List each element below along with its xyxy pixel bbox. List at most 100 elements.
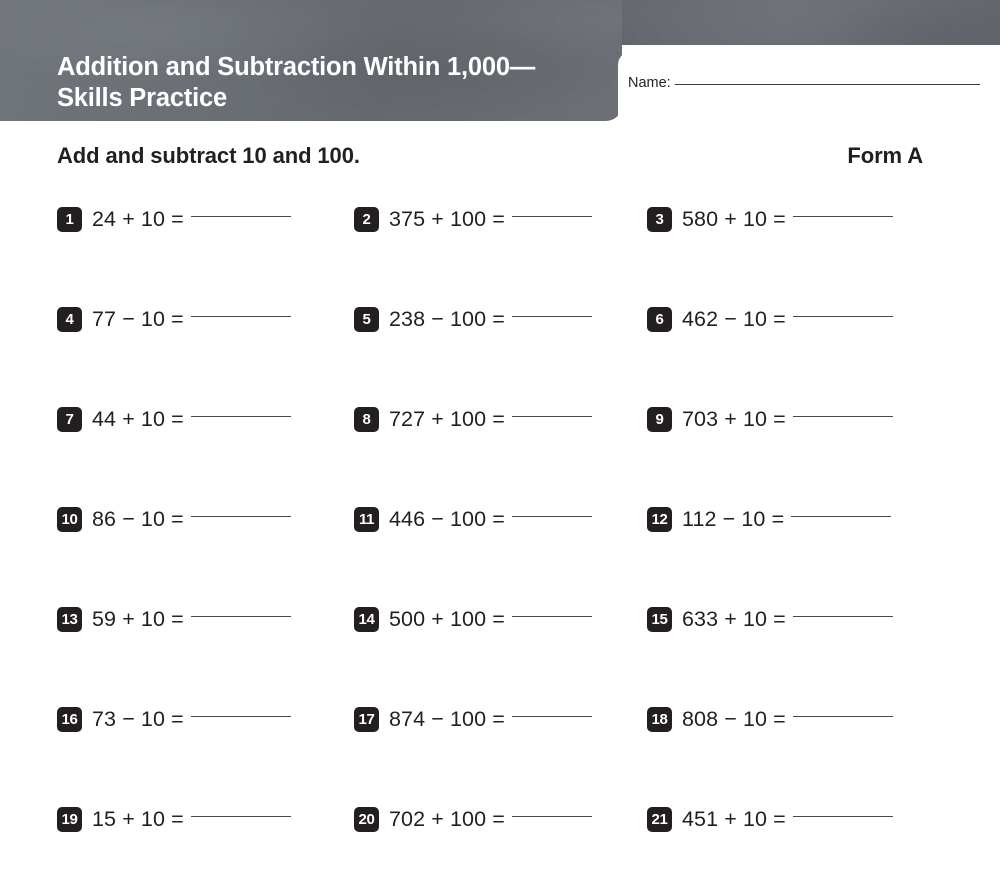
form-label: Form A <box>847 143 923 168</box>
problem-expression: 59 + 10 = <box>92 606 184 631</box>
problem-expression: 874 − 100 = <box>389 706 505 731</box>
problem-expression: 112 − 10 = <box>682 506 785 531</box>
problem-number-badge: 6 <box>647 306 672 332</box>
problem-expression: 15 + 10 = <box>92 806 184 831</box>
problem-item: 19 15 + 10 = <box>57 796 354 842</box>
answer-blank[interactable] <box>190 315 291 317</box>
problem-item: 9 703 + 10 = <box>647 396 947 442</box>
problem-row: 19 15 + 10 = 20 702 + 100 = 21 451 + 10 … <box>57 796 947 873</box>
answer-blank[interactable] <box>511 715 592 717</box>
problem-row: 10 86 − 10 = 11 446 − 100 = 12 112 − 10 … <box>57 496 947 596</box>
answer-blank[interactable] <box>511 415 592 417</box>
problem-number-badge: 13 <box>57 606 82 632</box>
problem-row: 13 59 + 10 = 14 500 + 100 = 15 633 + 10 … <box>57 596 947 696</box>
answer-blank[interactable] <box>190 515 291 517</box>
problem-item: 12 112 − 10 = <box>647 496 947 542</box>
answer-blank[interactable] <box>190 415 291 417</box>
problem-item: 1 24 + 10 = <box>57 196 354 242</box>
problem-item: 16 73 − 10 = <box>57 696 354 742</box>
problem-item: 8 727 + 100 = <box>354 396 647 442</box>
problem-number-badge: 20 <box>354 806 379 832</box>
answer-blank[interactable] <box>511 215 592 217</box>
problem-number-badge: 7 <box>57 406 82 432</box>
problem-number-badge: 12 <box>647 506 672 532</box>
problem-expression: 580 + 10 = <box>682 206 786 231</box>
problem-row: 7 44 + 10 = 8 727 + 100 = 9 703 + 10 = <box>57 396 947 496</box>
problem-item: 2 375 + 100 = <box>354 196 647 242</box>
problem-expression: 375 + 100 = <box>389 206 505 231</box>
problem-expression: 462 − 10 = <box>682 306 786 331</box>
problem-expression: 500 + 100 = <box>389 606 505 631</box>
problem-number-badge: 18 <box>647 706 672 732</box>
problem-expression: 633 + 10 = <box>682 606 786 631</box>
name-field-row: Name: <box>628 75 988 91</box>
problem-number-badge: 17 <box>354 706 379 732</box>
answer-blank[interactable] <box>792 815 893 817</box>
problem-expression: 727 + 100 = <box>389 406 505 431</box>
problem-item: 3 580 + 10 = <box>647 196 947 242</box>
answer-blank[interactable] <box>792 315 893 317</box>
problem-expression: 446 − 100 = <box>389 506 505 531</box>
problem-item: 20 702 + 100 = <box>354 796 647 842</box>
problem-item: 4 77 − 10 = <box>57 296 354 342</box>
problem-expression: 451 + 10 = <box>682 806 786 831</box>
problem-item: 17 874 − 100 = <box>354 696 647 742</box>
problem-expression: 73 − 10 = <box>92 706 184 731</box>
problem-number-badge: 5 <box>354 306 379 332</box>
problem-number-badge: 16 <box>57 706 82 732</box>
answer-blank[interactable] <box>511 515 592 517</box>
name-input-line[interactable] <box>674 84 980 85</box>
problem-item: 18 808 − 10 = <box>647 696 947 742</box>
problem-expression: 86 − 10 = <box>92 506 184 531</box>
problem-number-badge: 8 <box>354 406 379 432</box>
problem-item: 11 446 − 100 = <box>354 496 647 542</box>
directions-text: Add and subtract 10 and 100. <box>57 143 360 168</box>
problem-number-badge: 11 <box>354 506 379 532</box>
problem-grid: 1 24 + 10 = 2 375 + 100 = 3 580 + 10 = 4… <box>57 196 947 873</box>
problem-expression: 77 − 10 = <box>92 306 184 331</box>
problem-expression: 702 + 100 = <box>389 806 505 831</box>
problem-number-badge: 2 <box>354 206 379 232</box>
problem-expression: 238 − 100 = <box>389 306 505 331</box>
problem-number-badge: 1 <box>57 206 82 232</box>
problem-item: 6 462 − 10 = <box>647 296 947 342</box>
worksheet-page: Addition and Subtraction Within 1,000— S… <box>0 0 1000 873</box>
problem-row: 4 77 − 10 = 5 238 − 100 = 6 462 − 10 = <box>57 296 947 396</box>
problem-item: 13 59 + 10 = <box>57 596 354 642</box>
answer-blank[interactable] <box>190 715 291 717</box>
answer-blank[interactable] <box>792 715 893 717</box>
answer-blank[interactable] <box>511 815 592 817</box>
problem-item: 21 451 + 10 = <box>647 796 947 842</box>
problem-item: 14 500 + 100 = <box>354 596 647 642</box>
name-label: Name: <box>628 75 671 91</box>
answer-blank[interactable] <box>511 315 592 317</box>
section-header: Add and subtract 10 and 100. Form A <box>57 143 923 169</box>
problem-item: 15 633 + 10 = <box>647 596 947 642</box>
answer-blank[interactable] <box>190 215 291 217</box>
answer-blank[interactable] <box>792 415 893 417</box>
answer-blank[interactable] <box>511 615 592 617</box>
answer-blank[interactable] <box>190 815 291 817</box>
problem-number-badge: 4 <box>57 306 82 332</box>
worksheet-title: Addition and Subtraction Within 1,000— S… <box>57 53 536 112</box>
problem-number-badge: 19 <box>57 806 82 832</box>
answer-blank[interactable] <box>792 615 893 617</box>
problem-number-badge: 10 <box>57 506 82 532</box>
problem-row: 16 73 − 10 = 17 874 − 100 = 18 808 − 10 … <box>57 696 947 796</box>
answer-blank[interactable] <box>792 215 893 217</box>
answer-blank[interactable] <box>791 515 892 517</box>
problem-row: 1 24 + 10 = 2 375 + 100 = 3 580 + 10 = <box>57 196 947 296</box>
problem-expression: 808 − 10 = <box>682 706 786 731</box>
problem-expression: 24 + 10 = <box>92 206 184 231</box>
problem-number-badge: 9 <box>647 406 672 432</box>
problem-item: 5 238 − 100 = <box>354 296 647 342</box>
name-panel: Name: <box>618 51 1000 121</box>
answer-blank[interactable] <box>190 615 291 617</box>
problem-number-badge: 14 <box>354 606 379 632</box>
problem-item: 10 86 − 10 = <box>57 496 354 542</box>
problem-expression: 703 + 10 = <box>682 406 786 431</box>
problem-number-badge: 15 <box>647 606 672 632</box>
problem-number-badge: 21 <box>647 806 672 832</box>
problem-expression: 44 + 10 = <box>92 406 184 431</box>
title-block: Addition and Subtraction Within 1,000— S… <box>0 0 622 121</box>
